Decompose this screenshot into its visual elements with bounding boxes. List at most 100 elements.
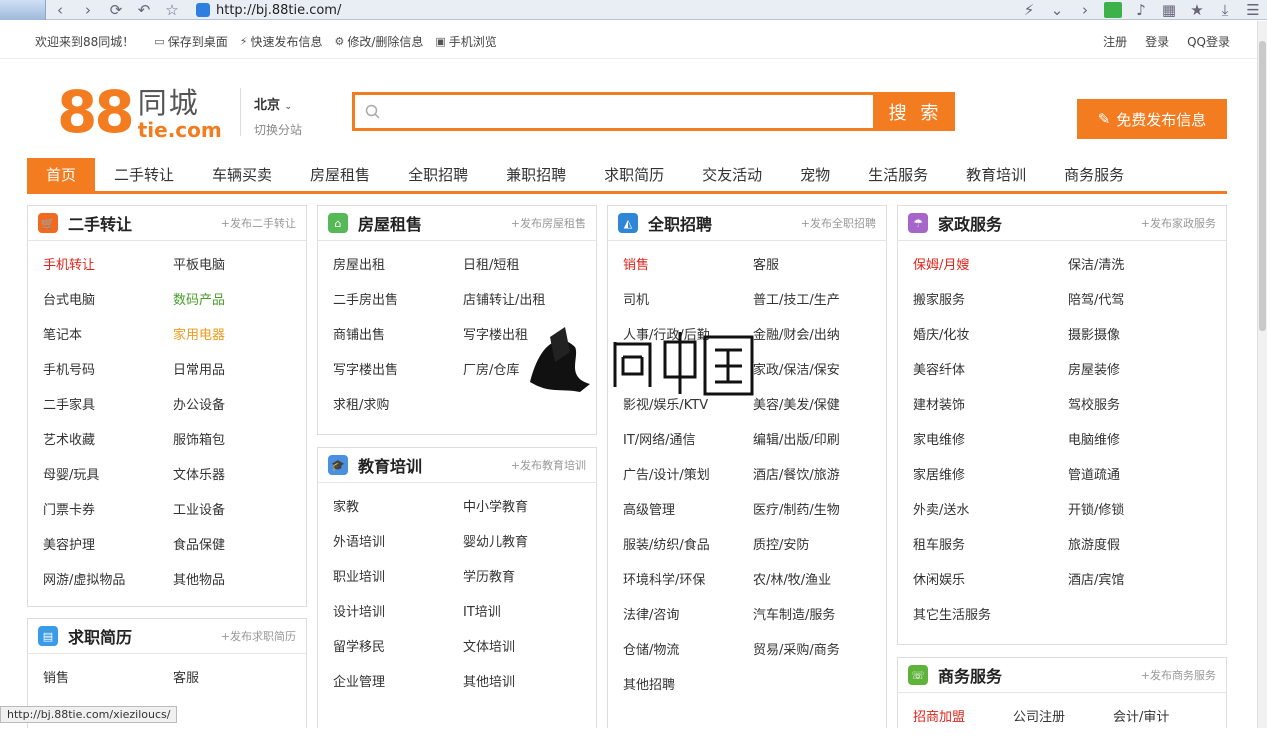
category-link[interactable]: 销售 (623, 255, 753, 290)
post-link[interactable]: +发布全职招聘 (801, 215, 876, 231)
category-link[interactable]: 外语培训 (333, 532, 463, 567)
refresh-icon[interactable]: ⟳ (102, 0, 130, 20)
nav-parttime-jobs[interactable]: 兼职招聘 (487, 158, 585, 191)
scrollbar-thumb[interactable] (1259, 41, 1266, 331)
category-link[interactable]: 摄影摄像 (1068, 325, 1218, 360)
category-link[interactable]: 台式电脑 (43, 290, 173, 325)
category-link[interactable]: 环境科学/环保 (623, 570, 753, 605)
category-link[interactable]: 美容护理 (43, 535, 173, 570)
nav-education[interactable]: 教育培训 (947, 158, 1045, 191)
category-link[interactable]: 会计/审计 (1113, 707, 1213, 742)
category-link[interactable]: 质控/安防 (753, 535, 883, 570)
category-link[interactable]: 客服 (173, 668, 303, 703)
category-link[interactable]: 手机转让 (43, 255, 173, 290)
category-link[interactable]: 设计培训 (333, 602, 463, 637)
category-link[interactable]: 农/林/牧/渔业 (753, 570, 883, 605)
category-link[interactable]: 数码产品 (173, 290, 303, 325)
browser-logo-icon[interactable] (0, 0, 46, 20)
category-link[interactable]: 休闲娱乐 (913, 570, 1068, 605)
category-link[interactable]: 职业培训 (333, 567, 463, 602)
category-link[interactable]: 建材装饰 (913, 395, 1068, 430)
category-link[interactable]: 高级管理 (623, 500, 753, 535)
category-link[interactable]: 婴幼儿教育 (463, 532, 593, 567)
post-link[interactable]: +发布二手转让 (221, 215, 296, 231)
category-link[interactable]: 留学移民 (333, 637, 463, 672)
search-input[interactable] (389, 103, 873, 120)
post-link[interactable]: +发布教育培训 (511, 457, 586, 473)
category-link[interactable]: 公司注册 (1013, 707, 1113, 742)
category-link[interactable]: 食品保健 (173, 535, 303, 570)
category-link[interactable]: 美容纤体 (913, 360, 1068, 395)
category-link[interactable]: IT培训 (463, 602, 593, 637)
panel-title[interactable]: 商务服务 (938, 663, 1002, 687)
nav-pets[interactable]: 宠物 (781, 158, 849, 191)
panel-title[interactable]: 家政服务 (938, 211, 1002, 235)
speaker-icon[interactable]: ♪ (1127, 0, 1155, 20)
panel-title[interactable]: 教育培训 (358, 453, 422, 477)
favorites-icon[interactable]: ★ (1183, 0, 1211, 20)
category-link[interactable]: 销售 (43, 668, 173, 703)
category-link[interactable]: 文体乐器 (173, 465, 303, 500)
bookmark-star-icon[interactable]: ☆ (158, 0, 186, 20)
panel-title[interactable]: 全职招聘 (648, 211, 712, 235)
category-link[interactable]: 仓储/物流 (623, 640, 753, 675)
post-link[interactable]: +发布家政服务 (1141, 215, 1216, 231)
category-link[interactable]: 中小学教育 (463, 497, 593, 532)
qq-login-link[interactable]: QQ登录 (1187, 33, 1230, 50)
quick-post-link[interactable]: ⚡ 快速发布信息 (240, 33, 323, 50)
download-icon[interactable]: ⤓ (1211, 0, 1239, 20)
category-link[interactable]: IT/网络/通信 (623, 430, 753, 465)
category-link[interactable]: 医疗/制药/生物 (753, 500, 883, 535)
category-link[interactable]: 工业设备 (173, 500, 303, 535)
nav-home[interactable]: 首页 (27, 158, 96, 191)
category-link[interactable]: 企业管理 (333, 672, 463, 707)
category-link[interactable]: 管道疏通 (1068, 465, 1218, 500)
category-link[interactable]: 其他培训 (463, 672, 593, 707)
nav-life-services[interactable]: 生活服务 (849, 158, 947, 191)
category-link[interactable]: 房屋出租 (333, 255, 463, 290)
category-link[interactable]: 二手房出售 (333, 290, 463, 325)
lightning-icon[interactable]: ⚡ (1015, 0, 1043, 20)
register-link[interactable]: 注册 (1103, 33, 1127, 50)
grid-icon[interactable]: ▦ (1155, 0, 1183, 20)
category-link[interactable]: 日常用品 (173, 360, 303, 395)
city-selector[interactable]: 北京 ⌄ 切换分站 (254, 94, 302, 138)
post-link[interactable]: +发布商务服务 (1141, 667, 1216, 683)
post-link[interactable]: +发布房屋租售 (511, 215, 586, 231)
category-link[interactable]: 租车服务 (913, 535, 1068, 570)
category-link[interactable]: 学历教育 (463, 567, 593, 602)
save-desktop-link[interactable]: ▭ 保存到桌面 (154, 33, 227, 50)
forward-icon[interactable]: › (74, 0, 102, 20)
nav-fulltime-jobs[interactable]: 全职招聘 (389, 158, 487, 191)
nav-ershou[interactable]: 二手转让 (95, 158, 193, 191)
category-link[interactable]: 平板电脑 (173, 255, 303, 290)
category-link[interactable]: 家居维修 (913, 465, 1068, 500)
crop-icon[interactable] (1104, 2, 1122, 18)
category-link[interactable]: 写字楼出售 (333, 360, 463, 395)
nav-business[interactable]: 商务服务 (1045, 158, 1143, 191)
category-link[interactable]: 二手家具 (43, 395, 173, 430)
category-link[interactable]: 母婴/玩具 (43, 465, 173, 500)
category-link[interactable]: 服饰箱包 (173, 430, 303, 465)
category-link[interactable]: 日租/短租 (463, 255, 593, 290)
category-link[interactable]: 酒店/宾馆 (1068, 570, 1218, 605)
nav-housing[interactable]: 房屋租售 (291, 158, 389, 191)
category-link[interactable]: 办公设备 (173, 395, 303, 430)
chevron-right-icon[interactable]: › (1071, 0, 1099, 20)
city-switch-link[interactable]: 切换分站 (254, 121, 302, 138)
category-link[interactable]: 手机号码 (43, 360, 173, 395)
category-link[interactable]: 门票卡券 (43, 500, 173, 535)
category-link[interactable]: 驾校服务 (1068, 395, 1218, 430)
category-link[interactable]: 网游/虚拟物品 (43, 570, 173, 605)
login-link[interactable]: 登录 (1145, 33, 1169, 50)
category-link[interactable]: 陪驾/代驾 (1068, 290, 1218, 325)
category-link[interactable]: 招商加盟 (913, 707, 1013, 742)
nav-cars[interactable]: 车辆买卖 (193, 158, 291, 191)
menu-icon[interactable]: ☰ (1239, 0, 1267, 20)
category-link[interactable]: 家政/保洁/保安 (753, 360, 883, 395)
category-link[interactable]: 艺术收藏 (43, 430, 173, 465)
category-link[interactable]: 商铺出售 (333, 325, 463, 360)
category-link[interactable]: 家用电器 (173, 325, 303, 360)
category-link[interactable]: 法律/咨询 (623, 605, 753, 640)
category-link[interactable]: 普工/技工/生产 (753, 290, 883, 325)
